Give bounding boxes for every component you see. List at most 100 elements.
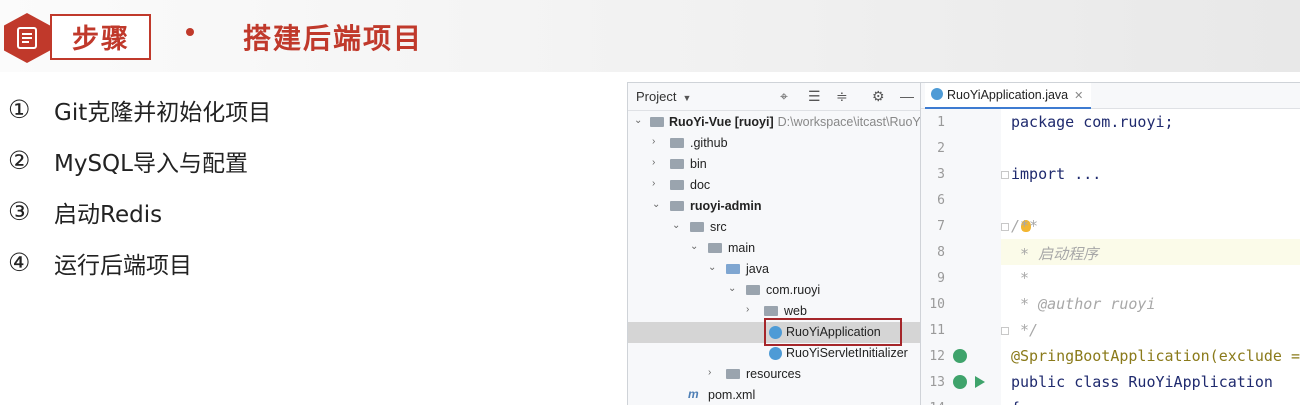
page-title: 搭建后端项目: [243, 22, 424, 55]
step-list: ① Git克隆并初始化项目 ② MySQL导入与配置 ③ 启动Redis ④ 运…: [8, 84, 271, 288]
chevron-down-icon: ⌄: [652, 199, 661, 210]
editor-tab[interactable]: RuoYiApplication.java ✕: [925, 83, 1092, 109]
tree-row[interactable]: ⌄ java: [628, 259, 920, 280]
code-line: /**: [1011, 217, 1039, 235]
code-line: public class RuoYiApplication: [1011, 373, 1273, 391]
tree-row[interactable]: › bin: [628, 154, 920, 175]
step-item: ④ 运行后端项目: [8, 237, 271, 288]
step-item: ② MySQL导入与配置: [8, 135, 271, 186]
project-view-selector[interactable]: Project ▼: [636, 89, 691, 104]
step-number: ③: [8, 197, 31, 226]
line-number: 1: [937, 115, 945, 130]
chevron-down-icon: ⌄: [690, 241, 699, 252]
tree-label: com.ruoyi: [766, 283, 821, 297]
fold-marker-icon[interactable]: [1001, 327, 1009, 335]
line-number: 9: [937, 271, 945, 286]
code-line: {: [1011, 399, 1020, 405]
folder-icon: [726, 369, 740, 379]
line-number: 14: [921, 401, 945, 405]
folder-icon: [670, 138, 684, 148]
project-title: Project: [636, 89, 677, 104]
line-number: 12: [929, 349, 945, 364]
package-icon: [764, 306, 778, 316]
minimize-icon[interactable]: —: [900, 88, 914, 104]
slide-header: 步骤 搭建后端项目: [0, 0, 1300, 72]
gear-icon[interactable]: ⚙: [872, 88, 885, 105]
fold-marker-icon[interactable]: [1001, 171, 1009, 179]
tree-row[interactable]: ⌄ main: [628, 238, 920, 259]
tree-label: pom.xml: [708, 388, 756, 402]
target-icon[interactable]: ⌖: [780, 88, 788, 105]
code-line: *: [1011, 269, 1030, 287]
module-folder-icon: [650, 117, 664, 127]
project-toolbar: Project ▼ ⌖ ☰ ≑ ⚙ —: [628, 83, 920, 111]
step-number: ②: [8, 146, 31, 175]
document-icon: [4, 13, 50, 63]
collapse-all-icon[interactable]: ≑: [836, 88, 848, 105]
step-item: ③ 启动Redis: [8, 186, 271, 237]
tree-label: bin: [690, 157, 707, 171]
project-panel: Project ▼ ⌖ ☰ ≑ ⚙ — ⌄ RuoYi-Vue [ruoyi] D:…: [628, 83, 927, 405]
tree-row[interactable]: ⌄ com.ruoyi: [628, 280, 920, 301]
step-number: ①: [8, 95, 31, 124]
tree-row[interactable]: ⌄ ruoyi-admin: [628, 196, 920, 217]
chevron-right-icon: ›: [652, 178, 656, 189]
line-number: 13: [929, 375, 945, 390]
line-number: 3: [937, 167, 945, 182]
class-icon: [769, 347, 782, 360]
line-number: 6: [937, 193, 945, 208]
fold-marker-icon[interactable]: [1001, 223, 1009, 231]
module-folder-icon: [670, 201, 684, 211]
close-icon[interactable]: ✕: [1074, 90, 1083, 102]
tree-label: src: [710, 220, 727, 234]
chevron-down-icon: ▼: [682, 93, 692, 103]
code-editor[interactable]: RuoYiApplication.java ✕ 1 2 3 6 7 8 9 10 …: [921, 83, 1300, 405]
bullet-dot: [186, 28, 194, 36]
tree-row[interactable]: › resources: [628, 364, 920, 385]
step-text: 启动Redis: [54, 201, 163, 228]
line-number: 2: [937, 141, 945, 156]
spring-bean-icon[interactable]: [953, 349, 967, 363]
tree-label: resources: [746, 367, 801, 381]
tree-label: .github: [690, 136, 728, 150]
source-folder-icon: [726, 264, 740, 274]
line-number: 10: [929, 297, 945, 312]
folder-icon: [690, 222, 704, 232]
folder-icon: [670, 159, 684, 169]
expand-all-icon[interactable]: ☰: [808, 88, 821, 105]
tree-row[interactable]: › doc: [628, 175, 920, 196]
step-text: Git克隆并初始化项目: [54, 99, 272, 126]
tree-row[interactable]: › .github: [628, 133, 920, 154]
chevron-right-icon: ›: [708, 367, 712, 378]
tree-row[interactable]: RuoYiServletInitializer: [628, 343, 920, 364]
editor-tab-bar: RuoYiApplication.java ✕: [921, 83, 1300, 109]
step-text: 运行后端项目: [54, 252, 192, 279]
spring-bean-icon[interactable]: [953, 375, 967, 389]
package-icon: [746, 285, 760, 295]
tree-row-label: RuoYi-Vue [ruoyi] D:\workspace\itcast\Ruo…: [669, 115, 927, 129]
code-line: import ...: [1011, 165, 1102, 183]
line-number: 8: [937, 245, 945, 260]
tree-row[interactable]: m pom.xml: [628, 385, 920, 405]
code-line: */: [1011, 321, 1039, 339]
tree-label: ruoyi-admin: [690, 199, 762, 213]
editor-tab-label: RuoYiApplication.java: [947, 88, 1069, 102]
tree-label: main: [728, 241, 756, 255]
step-item: ① Git克隆并初始化项目: [8, 84, 271, 135]
tree-path: D:\workspace\itcast\RuoYi-: [777, 115, 928, 129]
tree-label: RuoYi-Vue [ruoyi]: [669, 115, 774, 129]
tree-label: RuoYiServletInitializer: [786, 346, 908, 360]
code-line: @SpringBootApplication(exclude =: [1011, 347, 1300, 365]
tree-label: java: [746, 262, 769, 276]
highlight-box: [764, 318, 902, 346]
tree-row[interactable]: ⌄ RuoYi-Vue [ruoyi] D:\workspace\itcast\R…: [628, 112, 927, 133]
tree-label: web: [784, 304, 807, 318]
line-number: 7: [937, 219, 945, 234]
chevron-right-icon: ›: [652, 136, 656, 147]
chevron-down-icon: ⌄: [728, 283, 737, 294]
tree-row[interactable]: ⌄ src: [628, 217, 920, 238]
step-text: MySQL导入与配置: [54, 150, 248, 177]
code-line: * @author ruoyi: [1011, 295, 1156, 313]
class-icon: [931, 88, 943, 100]
run-icon[interactable]: [975, 376, 985, 388]
